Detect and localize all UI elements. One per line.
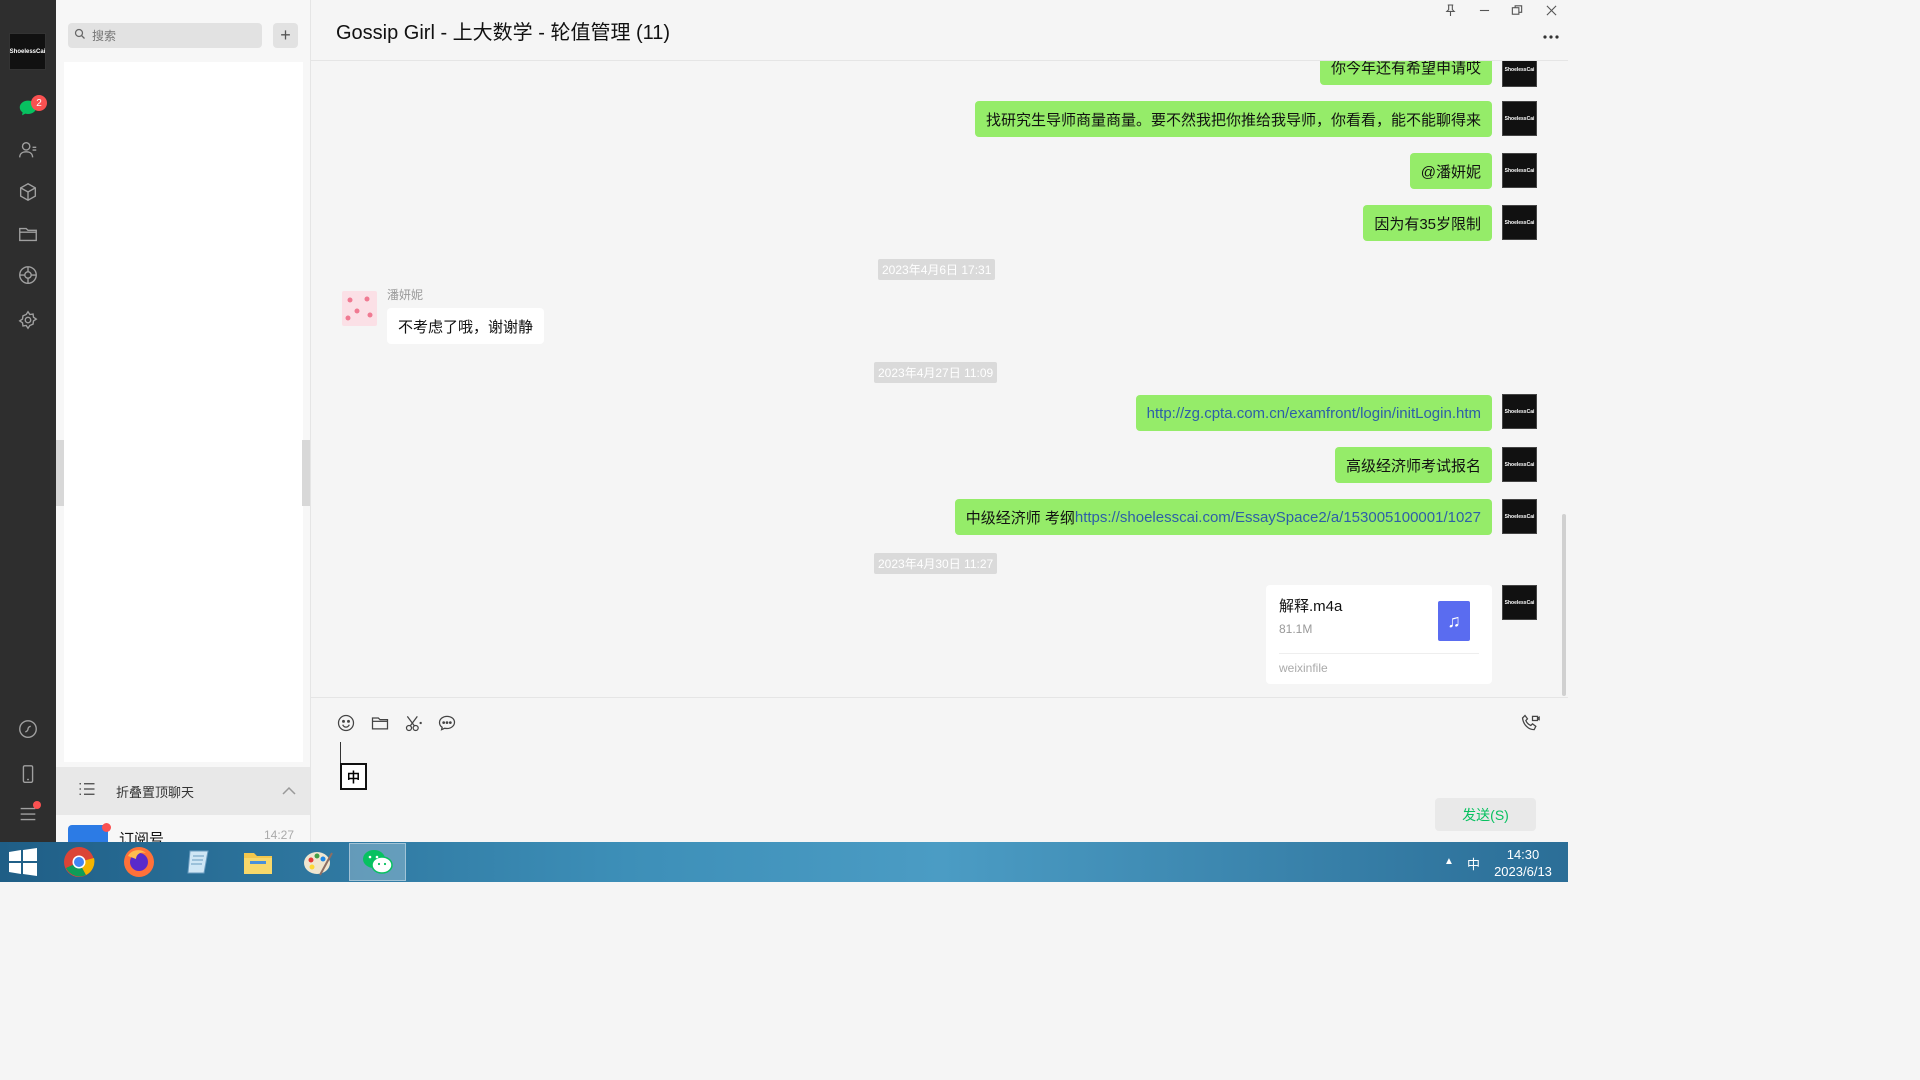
my-avatar[interactable]: ShoelessCai <box>1502 499 1537 534</box>
my-avatar[interactable]: ShoelessCai <box>1502 205 1537 240</box>
message-bubble[interactable]: 不考虑了哦，谢谢静 <box>387 308 545 344</box>
file-name: 解释.m4a <box>1279 598 1343 615</box>
message-link[interactable]: http://zg.cpta.com.cn/examfront/login/in… <box>1147 405 1481 422</box>
message-bubble[interactable]: 中级经济师 考纲 https://shoelesscai.com/EssaySp… <box>954 499 1492 535</box>
moments-icon[interactable] <box>14 261 42 289</box>
tray-expand-icon[interactable]: ▲ <box>1444 856 1454 867</box>
firefox-icon[interactable] <box>110 843 167 881</box>
send-button[interactable]: 发送(S) <box>1435 798 1536 831</box>
chat-window: Gossip Girl - 上大数学 - 轮值管理 (11) 你今年还有希望申请… <box>311 0 1568 842</box>
notepad-icon[interactable] <box>170 843 227 881</box>
file-message[interactable]: 解释.m4a 81.1M ♫ weixinfile <box>1266 585 1492 684</box>
clock-date: 2023/6/13 <box>1494 864 1552 879</box>
windows-start-icon[interactable] <box>8 848 38 876</box>
favorites-icon[interactable] <box>14 178 42 206</box>
my-avatar[interactable]: ShoelessCai <box>1502 394 1537 429</box>
contact-avatar[interactable] <box>342 291 377 326</box>
pin-icon[interactable] <box>1440 4 1460 20</box>
divider <box>1279 653 1479 654</box>
paint-icon[interactable] <box>289 843 346 881</box>
minimize-icon[interactable] <box>1474 4 1494 20</box>
chat-title: Gossip Girl - 上大数学 - 轮值管理 (11) <box>336 22 671 44</box>
folded-label: 折叠置顶聊天 <box>116 784 195 800</box>
file-source: weixinfile <box>1279 661 1328 675</box>
files-icon[interactable] <box>14 220 42 248</box>
message-link[interactable]: https://shoelesscai.com/EssaySpace2/a/15… <box>1075 509 1481 526</box>
close-icon[interactable] <box>1541 4 1561 20</box>
chat-list-scrollbar[interactable] <box>302 440 310 506</box>
text-cursor <box>340 742 341 764</box>
message-bubble[interactable]: @潘妍妮 <box>1409 153 1492 189</box>
input-area: 中 发送(S) <box>311 697 1568 842</box>
subscription-time: 14:27 <box>263 828 294 842</box>
add-chat-button[interactable]: + <box>273 23 298 48</box>
my-avatar[interactable]: ShoelessCai <box>1502 101 1537 136</box>
list-resize-handle[interactable] <box>56 440 64 506</box>
sender-name: 潘妍妮 <box>387 288 424 302</box>
subscription-item[interactable]: 订阅号 14:27 <box>56 815 310 842</box>
chat-list-panel: + 折叠置顶聊天 订阅号 14:27 <box>56 0 311 842</box>
message-list[interactable]: 你今年还有希望申请哎 ShoelessCai 找研究生导师商量商量。要不然我把你… <box>311 61 1568 697</box>
chrome-icon[interactable] <box>50 843 107 881</box>
search-input[interactable] <box>92 28 242 43</box>
list-icon <box>78 781 96 802</box>
restore-icon[interactable] <box>1507 4 1527 20</box>
timestamp: 2023年4月30日 11:27 <box>874 553 998 574</box>
taskbar: ▲ 中 14:30 2023/6/13 <box>0 842 1568 882</box>
phone-icon[interactable] <box>14 760 42 788</box>
file-size: 81.1M <box>1279 622 1313 636</box>
call-icon[interactable] <box>1519 712 1541 734</box>
folder-icon[interactable] <box>369 712 391 734</box>
contacts-icon[interactable] <box>14 136 42 164</box>
emoji-icon[interactable] <box>335 712 357 734</box>
folded-pinned-chats[interactable]: 折叠置顶聊天 <box>56 767 310 815</box>
timestamp: 2023年4月27日 11:09 <box>874 362 998 383</box>
chat-history-icon[interactable] <box>436 712 458 734</box>
channels-icon[interactable] <box>14 715 42 743</box>
unread-badge: 2 <box>31 95 47 111</box>
my-avatar[interactable]: ShoelessCai <box>1502 447 1537 482</box>
timestamp: 2023年4月6日 17:31 <box>878 259 996 280</box>
message-bubble[interactable]: 找研究生导师商量商量。要不然我把你推给我导师，你看看，能不能聊得来 <box>974 101 1492 137</box>
chevron-up-icon[interactable] <box>282 783 296 801</box>
screenshot-icon[interactable] <box>403 712 425 734</box>
chat-scrollbar[interactable] <box>1562 514 1566 696</box>
message-bubble[interactable]: http://zg.cpta.com.cn/examfront/login/in… <box>1135 395 1492 431</box>
mini-programs-icon[interactable] <box>14 306 42 334</box>
tray-ime-indicator[interactable]: 中 <box>1467 854 1480 873</box>
more-options-icon[interactable] <box>1542 24 1560 45</box>
message-bubble[interactable]: 因为有35岁限制 <box>1363 205 1492 241</box>
file-explorer-icon[interactable] <box>229 843 286 881</box>
audio-file-icon: ♫ <box>1438 601 1470 641</box>
subscription-name: 订阅号 <box>119 831 165 842</box>
menu-notification-dot <box>33 801 41 809</box>
tray-clock[interactable]: 14:30 2023/6/13 <box>1492 846 1554 880</box>
wechat-icon[interactable] <box>349 843 406 881</box>
nav-bar: ShoelessCai 2 <box>0 0 56 842</box>
unread-dot <box>102 823 111 832</box>
message-bubble[interactable]: 你今年还有希望申请哎 <box>1319 61 1492 85</box>
my-avatar[interactable]: ShoelessCai <box>1502 153 1537 188</box>
search-icon <box>74 27 86 45</box>
my-avatar[interactable]: ShoelessCai <box>1502 61 1537 87</box>
user-avatar[interactable]: ShoelessCai <box>9 33 46 70</box>
search-box[interactable] <box>68 23 262 48</box>
chat-header: Gossip Girl - 上大数学 - 轮值管理 (11) <box>311 0 1568 61</box>
chat-list[interactable] <box>64 62 303 762</box>
clock-time: 14:30 <box>1506 847 1540 862</box>
message-bubble[interactable]: 高级经济师考试报名 <box>1334 447 1492 483</box>
ime-indicator: 中 <box>340 763 367 790</box>
my-avatar[interactable]: ShoelessCai <box>1502 585 1537 620</box>
